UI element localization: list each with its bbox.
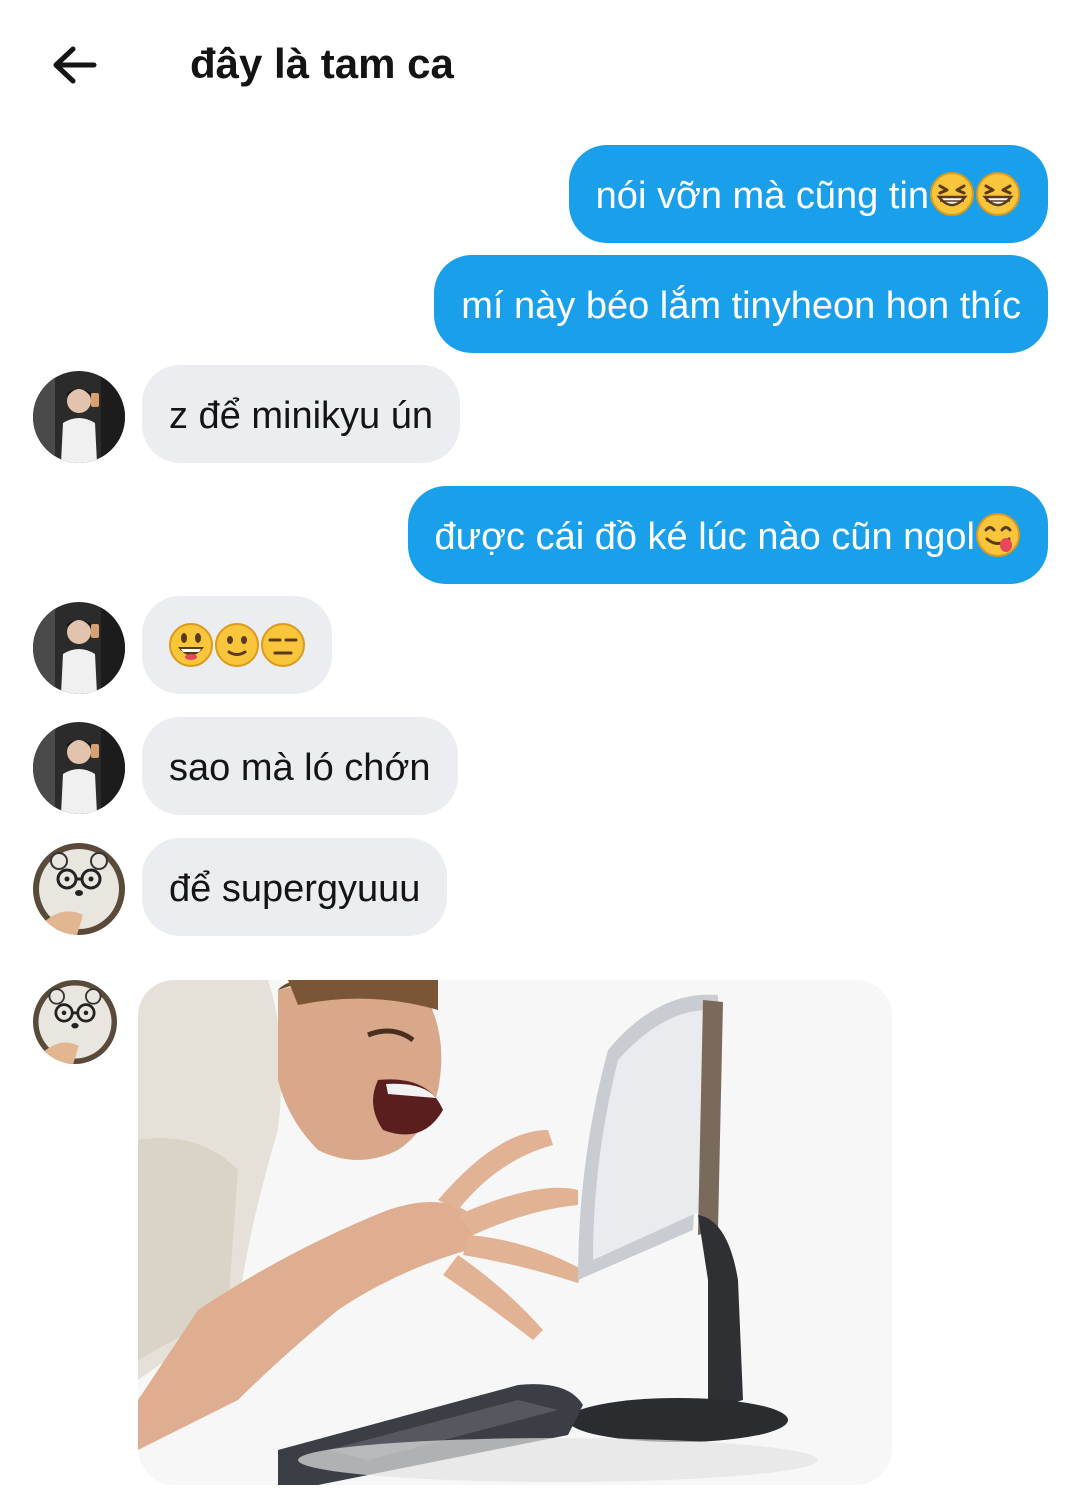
outgoing-message[interactable]: nói vỡn mà cũng tin bbox=[568, 145, 1048, 243]
avatar[interactable] bbox=[33, 602, 125, 694]
message-text: mí này béo lắm tinyheon hon thíc bbox=[461, 284, 1021, 327]
slightly-smiling-face-emoji-icon bbox=[214, 622, 260, 668]
avatar-mirror-selfie-icon bbox=[33, 371, 125, 463]
chat-header: đây là tam ca bbox=[0, 0, 1080, 125]
incoming-message[interactable]: z để minikyu ún bbox=[142, 365, 461, 463]
message-text: để supergyuuu bbox=[169, 867, 421, 910]
man-screaming-at-computer-photo-icon bbox=[138, 980, 892, 1485]
message-text: sao mà ló chớn bbox=[169, 746, 431, 789]
avatar-mirror-selfie-icon bbox=[33, 602, 125, 694]
message-text: z để minikyu ún bbox=[169, 394, 434, 437]
outgoing-message[interactable]: được cái đồ ké lúc nào cũn ngol bbox=[407, 486, 1048, 584]
avatar-mirror-selfie-icon bbox=[33, 722, 125, 814]
grinning-face-big-eyes-emoji-icon bbox=[168, 622, 214, 668]
back-button[interactable] bbox=[46, 38, 102, 94]
incoming-message[interactable]: để supergyuuu bbox=[142, 838, 448, 936]
unamused-face-emoji-icon bbox=[260, 622, 306, 668]
incoming-message[interactable]: sao mà ló chớn bbox=[142, 717, 458, 815]
grinning-squinting-face-emoji-icon bbox=[929, 171, 975, 217]
avatar-bear-glasses-icon bbox=[33, 980, 117, 1064]
avatar[interactable] bbox=[33, 843, 125, 935]
avatar[interactable] bbox=[33, 980, 117, 1064]
avatar[interactable] bbox=[33, 722, 125, 814]
avatar-bear-glasses-icon bbox=[33, 843, 125, 935]
avatar[interactable] bbox=[33, 371, 125, 463]
message-text: được cái đồ ké lúc nào cũn ngol bbox=[434, 515, 975, 558]
grinning-squinting-face-emoji-icon bbox=[975, 171, 1021, 217]
image-message[interactable] bbox=[138, 980, 892, 1485]
face-savoring-food-emoji-icon bbox=[975, 512, 1021, 558]
conversation-title[interactable]: đây là tam ca bbox=[190, 36, 454, 92]
incoming-message[interactable] bbox=[142, 596, 332, 694]
outgoing-message[interactable]: mí này béo lắm tinyheon hon thíc bbox=[434, 255, 1048, 353]
message-text: nói vỡn mà cũng tin bbox=[595, 174, 929, 217]
arrow-left-icon bbox=[53, 46, 97, 84]
